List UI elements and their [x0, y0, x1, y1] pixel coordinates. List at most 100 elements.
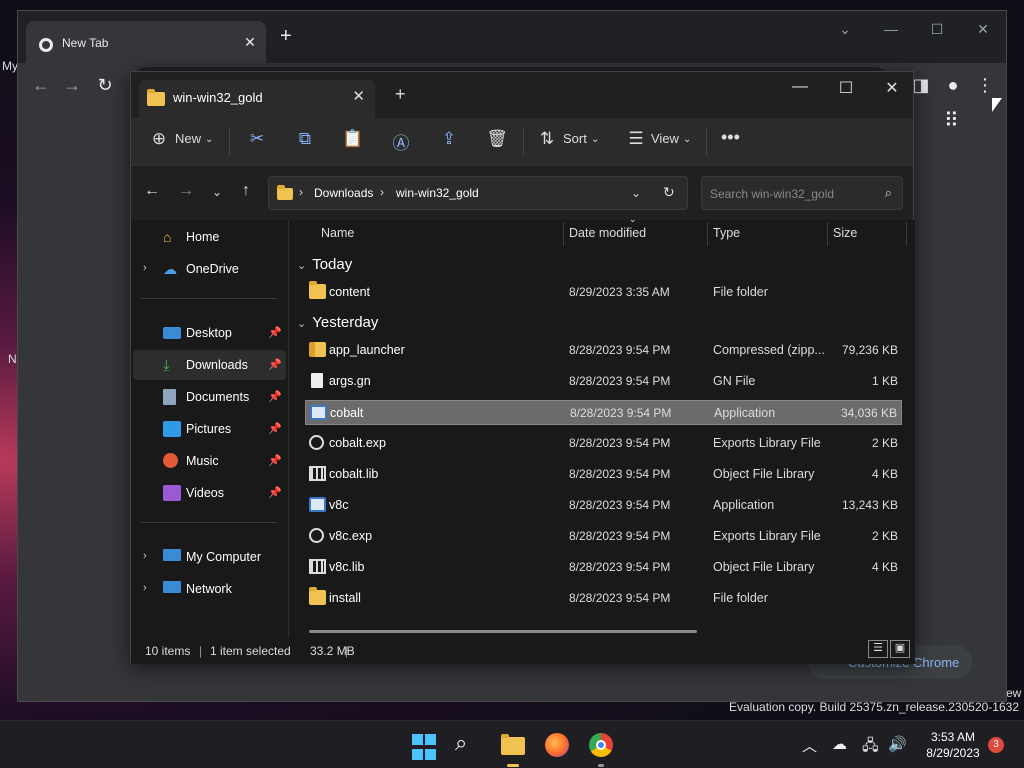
folder-icon	[309, 281, 326, 299]
tab-search-icon[interactable]: ⌄	[830, 21, 860, 38]
file-row[interactable]: install 8/28/2023 9:54 PM File folder	[305, 586, 902, 611]
column-header-name[interactable]: Name	[321, 226, 354, 240]
large-icons-view-icon[interactable]: ▣	[890, 640, 910, 658]
forward-icon[interactable]: →	[175, 182, 197, 200]
chrome-icon[interactable]	[587, 731, 615, 767]
details-view-icon[interactable]: ☰	[868, 640, 888, 658]
close-tab-icon[interactable]: ✕	[352, 87, 365, 105]
file-size: 1 KB	[871, 374, 898, 388]
share-icon[interactable]: ⇪	[437, 129, 461, 149]
file-icon	[311, 373, 323, 388]
network-icon[interactable]: 🖧	[862, 735, 879, 760]
reload-icon[interactable]: ↻	[94, 75, 116, 96]
file-row[interactable]: args.gn 8/28/2023 9:54 PM GN File 1 KB	[305, 369, 902, 394]
sort-button[interactable]: Sort	[563, 131, 587, 146]
expand-chevron-icon[interactable]: ›	[143, 262, 147, 274]
file-name: content	[329, 285, 371, 299]
pin-icon[interactable]: 📌	[268, 326, 282, 339]
nav-item-music[interactable]: Music 📌	[133, 446, 286, 476]
forward-icon[interactable]: →	[61, 75, 83, 96]
close-button[interactable]: ✕	[877, 78, 907, 98]
cloud-offline-icon[interactable]: ☁	[832, 735, 847, 753]
nav-item-downloads[interactable]: ⤓ Downloads 📌	[133, 350, 286, 380]
up-icon[interactable]: ↑	[235, 182, 257, 200]
apps-grid-icon[interactable]: ⠿	[944, 108, 960, 133]
nav-item-onedrive[interactable]: › ☁ OneDrive	[133, 254, 286, 284]
file-row[interactable]: v8c.exp 8/28/2023 9:54 PM Exports Librar…	[305, 524, 902, 549]
pin-icon[interactable]: 📌	[268, 422, 282, 435]
pin-icon[interactable]: 📌	[268, 358, 282, 371]
back-icon[interactable]: ←	[141, 182, 163, 200]
explorer-tab[interactable]: win-win32_gold ✕	[139, 80, 375, 118]
chevron-down-icon[interactable]: ⌄	[631, 186, 641, 200]
delete-icon[interactable]: 🗑	[485, 129, 509, 149]
clock[interactable]: 3:53 AM 8/29/2023	[918, 729, 988, 761]
more-options-icon[interactable]: •••	[721, 127, 740, 148]
volume-icon[interactable]: 🔊	[888, 735, 907, 753]
file-type: Application	[713, 498, 775, 512]
close-button[interactable]: ✕	[968, 21, 998, 38]
horizontal-scrollbar[interactable]	[309, 630, 697, 633]
maximize-button[interactable]: ☐	[831, 78, 861, 98]
file-date: 8/28/2023 9:54 PM	[569, 591, 671, 605]
new-tab-button[interactable]: +	[280, 25, 292, 48]
firefox-icon[interactable]	[543, 731, 571, 759]
nav-item-home[interactable]: ⌂ Home	[133, 222, 286, 252]
new-button[interactable]: New	[175, 131, 201, 146]
back-icon[interactable]: ←	[30, 75, 52, 96]
search-input[interactable]: Search win-win32_gold ⌕	[701, 176, 903, 210]
cut-icon[interactable]: ✂	[245, 129, 269, 149]
paste-icon[interactable]: 📋	[341, 129, 365, 149]
nav-item-my-computer[interactable]: › My Computer	[133, 542, 286, 572]
group-header-yesterday[interactable]: ⌄ Yesterday	[297, 314, 378, 331]
expand-chevron-icon[interactable]: ›	[143, 582, 147, 594]
nav-item-pictures[interactable]: Pictures 📌	[133, 414, 286, 444]
column-separator[interactable]	[563, 222, 564, 246]
file-row[interactable]: content 8/29/2023 3:35 AM File folder	[305, 280, 902, 305]
rename-icon[interactable]: Ⓐ	[389, 129, 413, 154]
nav-item-desktop[interactable]: Desktop 📌	[133, 318, 286, 348]
search-icon[interactable]: ⌕	[455, 730, 483, 758]
notification-badge[interactable]: 3	[988, 737, 1004, 753]
nav-item-videos[interactable]: Videos 📌	[133, 478, 286, 508]
file-name: cobalt.lib	[329, 467, 379, 481]
desktop-label-fragment: My	[2, 59, 18, 73]
column-header-type[interactable]: Type	[713, 226, 740, 240]
column-header-size[interactable]: Size	[833, 226, 857, 240]
view-button[interactable]: View	[651, 131, 679, 146]
file-row[interactable]: app_launcher 8/28/2023 9:54 PM Compresse…	[305, 338, 902, 363]
refresh-icon[interactable]: ↻	[663, 184, 675, 201]
breadcrumb-current-folder[interactable]: win-win32_gold	[396, 186, 479, 200]
column-separator[interactable]	[906, 222, 907, 246]
menu-icon[interactable]: ⋮	[974, 75, 996, 96]
column-separator[interactable]	[707, 222, 708, 246]
profile-icon[interactable]: ●	[942, 75, 964, 96]
nav-item-network[interactable]: › Network	[133, 574, 286, 604]
file-row-selected[interactable]: cobalt 8/28/2023 9:54 PM Application 34,…	[305, 400, 902, 425]
pin-icon[interactable]: 📌	[268, 390, 282, 403]
file-explorer-icon[interactable]	[499, 731, 527, 767]
file-row[interactable]: cobalt.lib 8/28/2023 9:54 PM Object File…	[305, 462, 902, 487]
pin-icon[interactable]: 📌	[268, 486, 282, 499]
address-bar[interactable]: › Downloads › win-win32_gold ⌄ ↻	[268, 176, 688, 210]
chrome-tab[interactable]: New Tab ✕	[26, 21, 266, 63]
file-row[interactable]: v8c 8/28/2023 9:54 PM Application 13,243…	[305, 493, 902, 518]
minimize-button[interactable]: —	[785, 78, 815, 96]
minimize-button[interactable]: —	[876, 21, 906, 37]
breadcrumb-downloads[interactable]: Downloads	[314, 186, 373, 200]
column-header-date[interactable]: Date modified	[569, 226, 646, 240]
group-header-today[interactable]: ⌄ Today	[297, 256, 352, 273]
new-tab-button[interactable]: +	[395, 84, 406, 105]
file-row[interactable]: cobalt.exp 8/28/2023 9:54 PM Exports Lib…	[305, 431, 902, 456]
nav-item-documents[interactable]: Documents 📌	[133, 382, 286, 412]
recent-locations-icon[interactable]: ⌄	[206, 185, 228, 199]
show-hidden-icons-icon[interactable]: ︿	[802, 735, 817, 756]
copy-icon[interactable]: ⧉	[293, 129, 317, 149]
maximize-button[interactable]: ☐	[922, 21, 952, 38]
column-separator[interactable]	[827, 222, 828, 246]
pin-icon[interactable]: 📌	[268, 454, 282, 467]
close-tab-icon[interactable]: ✕	[242, 34, 258, 51]
file-row[interactable]: v8c.lib 8/28/2023 9:54 PM Object File Li…	[305, 555, 902, 580]
start-icon[interactable]	[412, 734, 440, 762]
expand-chevron-icon[interactable]: ›	[143, 550, 147, 562]
